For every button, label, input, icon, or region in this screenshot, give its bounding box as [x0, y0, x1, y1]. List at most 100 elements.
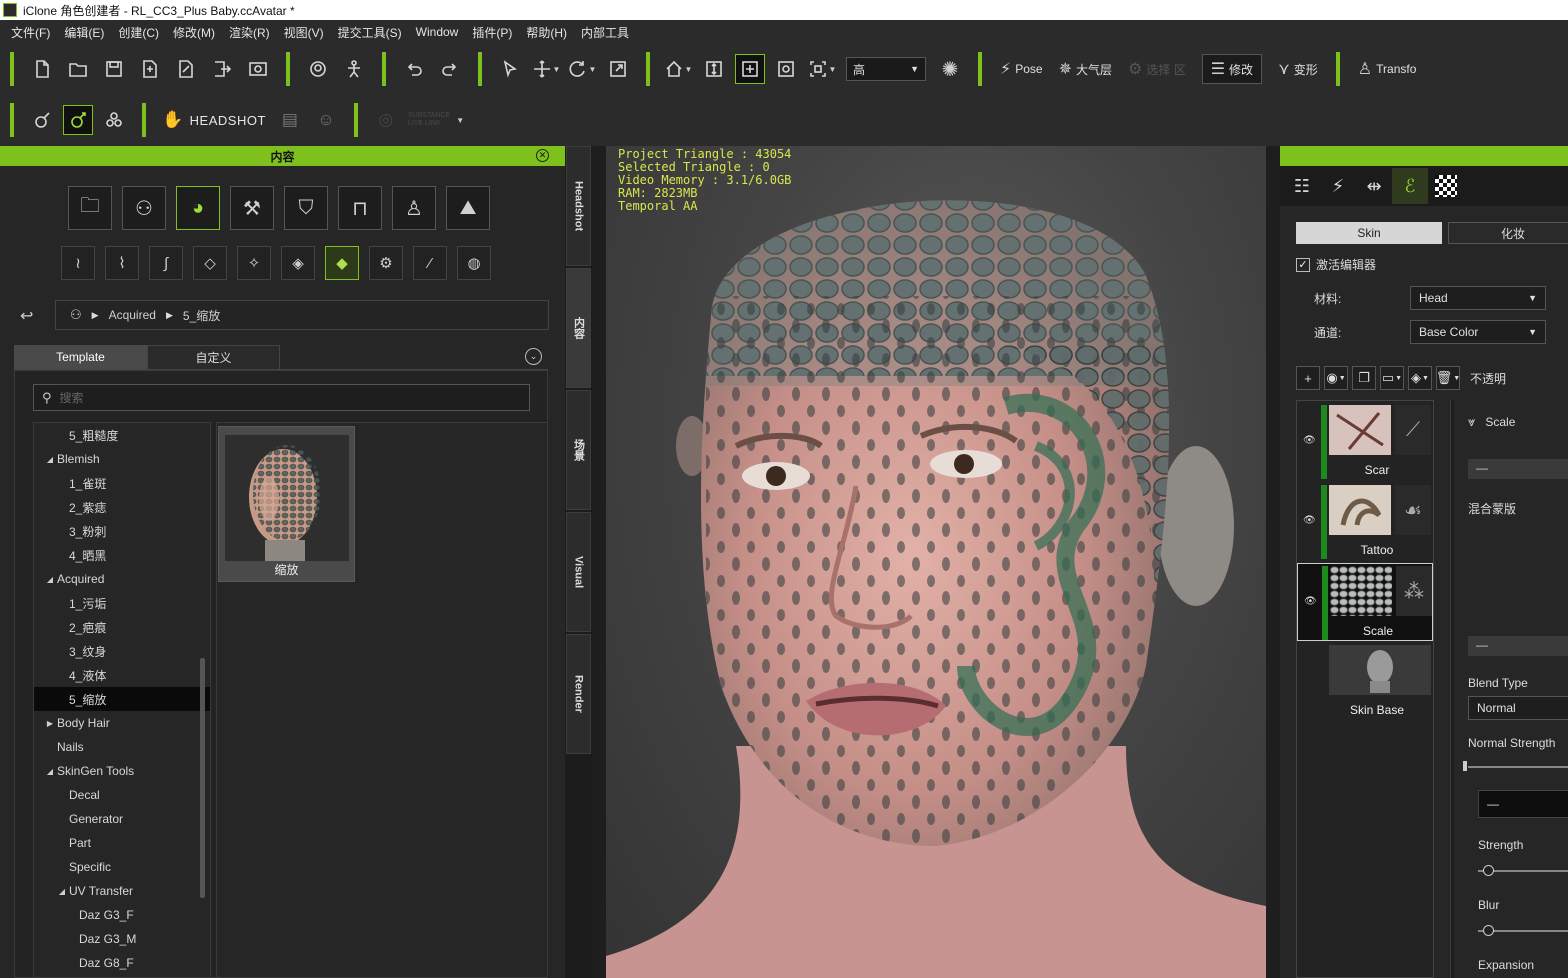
- menu-item[interactable]: 插件(P): [465, 24, 519, 41]
- scale-icon[interactable]: [603, 54, 633, 84]
- layer-item-skin-base[interactable]: Skin Base: [1297, 643, 1433, 721]
- sub-skin-8-icon[interactable]: ⚙: [369, 246, 403, 280]
- expanded-arrow-icon[interactable]: ◢: [44, 575, 56, 584]
- tree-item[interactable]: 2_疤痕: [34, 615, 210, 639]
- collapse-section-button[interactable]: —: [1468, 636, 1568, 656]
- activate-editor-checkbox[interactable]: ✓: [1296, 257, 1310, 272]
- property-splitter[interactable]: [1450, 400, 1454, 978]
- material-dropdown[interactable]: Head ▼: [1410, 286, 1546, 310]
- import-icon[interactable]: [135, 54, 165, 84]
- frame-selected-icon[interactable]: [735, 54, 765, 84]
- collapse-section-button[interactable]: —: [1478, 790, 1568, 818]
- tree-item[interactable]: 2_紫痣: [34, 495, 210, 519]
- character-icon[interactable]: [303, 54, 333, 84]
- tab-custom[interactable]: 自定义: [147, 345, 280, 369]
- side-tab-visual[interactable]: Visual: [566, 512, 591, 632]
- sub-skin-7-icon[interactable]: ◆: [325, 246, 359, 280]
- send-icon[interactable]: [207, 54, 237, 84]
- normal-strength-slider[interactable]: [1463, 761, 1568, 771]
- mesh-spheres-icon[interactable]: [99, 105, 129, 135]
- slider-knob[interactable]: [1463, 761, 1467, 771]
- eye-icon[interactable]: ◉ ▼: [1324, 366, 1348, 390]
- tree-item[interactable]: ▶ Body Hair: [34, 711, 210, 735]
- tree-item[interactable]: 1_雀斑: [34, 471, 210, 495]
- layer-item-tattoo[interactable]: 👁 ☙ Tattoo: [1297, 483, 1433, 561]
- menu-item[interactable]: 渲染(R): [222, 24, 277, 41]
- tree-item[interactable]: 1_污垢: [34, 591, 210, 615]
- save-icon[interactable]: [99, 54, 129, 84]
- tree-item[interactable]: Daz G8_F: [34, 951, 210, 975]
- strength-slider[interactable]: [1478, 865, 1568, 876]
- checker-icon[interactable]: [1428, 168, 1464, 204]
- motion-icon[interactable]: ⚡: [1320, 168, 1356, 204]
- slider-knob[interactable]: [1483, 865, 1494, 876]
- select-arrow-icon[interactable]: [495, 54, 525, 84]
- side-tab-content[interactable]: 内容: [566, 268, 591, 388]
- add-layer-icon[interactable]: +: [1296, 366, 1320, 390]
- back-arrow-icon[interactable]: ↩: [20, 306, 33, 326]
- scene-icon[interactable]: ⛰: [446, 186, 490, 230]
- segment-makeup[interactable]: 化妆: [1448, 222, 1568, 244]
- tree-item[interactable]: 3_粉刺: [34, 519, 210, 543]
- light-icon[interactable]: ✺: [935, 54, 965, 84]
- tab-template[interactable]: Template: [14, 345, 147, 369]
- sub-skin-3-icon[interactable]: ∫: [149, 246, 183, 280]
- chevron-down-icon[interactable]: ▼: [456, 116, 464, 125]
- atmosphere-button[interactable]: ✵ 大气层: [1059, 59, 1112, 79]
- activate-editor-row[interactable]: ✓ 激活编辑器: [1296, 256, 1376, 273]
- open-folder-icon[interactable]: [63, 54, 93, 84]
- blend-type-dropdown[interactable]: Normal: [1468, 696, 1568, 720]
- pose-category-icon[interactable]: ♙: [392, 186, 436, 230]
- undo-icon[interactable]: [399, 54, 429, 84]
- cloth-icon[interactable]: ⛉: [284, 186, 328, 230]
- slider-knob[interactable]: [1483, 925, 1494, 936]
- tree-item[interactable]: 5_粗糙度: [34, 423, 210, 447]
- sub-skin-10-icon[interactable]: ◍: [457, 246, 491, 280]
- layers-icon[interactable]: ◈ ▼: [1408, 366, 1432, 390]
- sub-skin-4-icon[interactable]: ◇: [193, 246, 227, 280]
- transform-button[interactable]: ♙ Transfo: [1358, 59, 1417, 79]
- tree-item[interactable]: 4_晒黑: [34, 543, 210, 567]
- render-quality-dropdown[interactable]: 高 ▼: [846, 57, 926, 81]
- tree-item[interactable]: Daz G3_M: [34, 927, 210, 951]
- tree-item[interactable]: Specific: [34, 855, 210, 879]
- sub-skin-5-icon[interactable]: ✧: [237, 246, 271, 280]
- camera-view-icon[interactable]: [771, 54, 801, 84]
- delete-icon[interactable]: 🗑 ▼: [1436, 366, 1460, 390]
- sub-skin-1-icon[interactable]: ≀: [61, 246, 95, 280]
- eye-icon[interactable]: 👁: [1304, 596, 1317, 607]
- home-icon[interactable]: ▼: [663, 54, 693, 84]
- accessories-icon[interactable]: ⚒: [230, 186, 274, 230]
- tree-item[interactable]: 5_缩放: [34, 687, 210, 711]
- photo-icon[interactable]: ▤: [275, 105, 305, 135]
- tree-item[interactable]: Part: [34, 831, 210, 855]
- tree-item[interactable]: ◢ Blemish: [34, 447, 210, 471]
- chevron-down-icon[interactable]: ⌄: [525, 348, 542, 365]
- skin-category-icon[interactable]: ◕: [176, 186, 220, 230]
- expanded-arrow-icon[interactable]: ◢: [44, 455, 56, 464]
- sliders-icon[interactable]: ☷: [1284, 168, 1320, 204]
- tree-item[interactable]: Daz G3_F: [34, 903, 210, 927]
- side-tab-render[interactable]: Render: [566, 634, 591, 754]
- side-tab-scene[interactable]: 场景: [566, 390, 591, 510]
- skin-gen-icon[interactable]: ℰ: [1392, 168, 1428, 204]
- menu-item[interactable]: 创建(C): [111, 24, 166, 41]
- tree-item[interactable]: ◢ Acquired: [34, 567, 210, 591]
- tree-scrollbar[interactable]: [200, 658, 205, 898]
- breadcrumb-root-icon[interactable]: ⚇: [70, 307, 82, 323]
- eye-icon[interactable]: 👁: [1303, 515, 1316, 526]
- pose-button[interactable]: ⚡ Pose: [1000, 59, 1043, 79]
- copy-layer-icon[interactable]: ❐: [1352, 366, 1376, 390]
- collapsed-arrow-icon[interactable]: ▶: [44, 719, 56, 728]
- sub-skin-6-icon[interactable]: ◈: [281, 246, 315, 280]
- rotate-icon[interactable]: ▼: [567, 54, 597, 84]
- tree-item[interactable]: 4_液体: [34, 663, 210, 687]
- tree-item[interactable]: ◢ SkinGen Tools: [34, 759, 210, 783]
- menu-item[interactable]: 修改(M): [166, 24, 222, 41]
- move-icon[interactable]: ▼: [531, 54, 561, 84]
- menu-item[interactable]: 提交工具(S): [331, 24, 409, 41]
- menu-item[interactable]: 帮助(H): [519, 24, 574, 41]
- breadcrumb-item[interactable]: Acquired: [109, 308, 156, 322]
- side-tab-headshot[interactable]: Headshot: [566, 146, 591, 266]
- eye-icon[interactable]: 👁: [1303, 435, 1316, 446]
